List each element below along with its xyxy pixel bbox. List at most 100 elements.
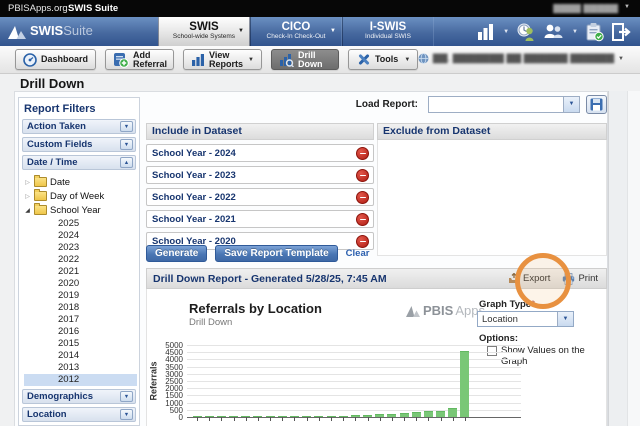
- year-item-2020[interactable]: 2020: [24, 278, 137, 290]
- view-reports-caret-icon[interactable]: ▼: [248, 57, 254, 63]
- drill-down-button[interactable]: Drill Down: [270, 49, 339, 70]
- tab-cico-caret-icon[interactable]: ▼: [330, 28, 336, 34]
- include-item-label: School Year - 2021: [152, 213, 236, 225]
- sidebar-section-action-taken[interactable]: Action Taken ▼: [22, 119, 136, 134]
- app-name: SWIS Suite: [68, 3, 119, 14]
- x-tick: [428, 417, 430, 421]
- generate-button[interactable]: Generate: [146, 245, 208, 262]
- sidebar-title: Report Filters: [24, 103, 96, 115]
- year-item-2025[interactable]: 2025: [24, 218, 137, 230]
- gridline: [187, 388, 521, 390]
- year-item-2019[interactable]: 2019: [24, 290, 137, 302]
- clear-link[interactable]: Clear: [346, 248, 370, 259]
- year-item-2021[interactable]: 2021: [24, 266, 137, 278]
- tasks-icon[interactable]: [585, 22, 604, 42]
- tree-item-school-year[interactable]: ◢ School Year: [24, 203, 139, 217]
- chevron-down-icon[interactable]: ▼: [120, 391, 133, 402]
- remove-icon[interactable]: [356, 212, 369, 226]
- year-item-2022[interactable]: 2022: [24, 254, 137, 266]
- reports-caret-icon[interactable]: ▼: [503, 29, 509, 35]
- expanded-twisty-icon[interactable]: ◢: [24, 207, 31, 214]
- sidebar-section-date-time[interactable]: Date / Time ▲: [22, 155, 136, 170]
- year-item-2012[interactable]: 2012: [24, 374, 137, 386]
- year-item-2023[interactable]: 2023: [24, 242, 137, 254]
- year-item-2015[interactable]: 2015: [24, 338, 137, 350]
- tab-cico[interactable]: CICO Check-In Check-Out ▼: [250, 17, 342, 46]
- include-item-label: School Year - 2024: [152, 147, 236, 159]
- collapsed-twisty-icon[interactable]: ▷: [24, 179, 31, 186]
- bar-chart: [187, 345, 521, 421]
- logo-primary: SWIS: [30, 23, 64, 38]
- include-item[interactable]: School Year - 2022: [146, 188, 374, 206]
- graph-type-select[interactable]: Location ▼: [477, 311, 574, 327]
- include-panel: Include in Dataset School Year - 2024 Sch…: [146, 123, 374, 250]
- tab-iswis-label: I-SWIS: [369, 21, 407, 33]
- chart-subtitle: Drill Down: [189, 317, 233, 328]
- tab-swis-sublabel: School-wide Systems: [172, 33, 236, 40]
- include-item[interactable]: School Year - 2024: [146, 144, 374, 162]
- tree-item-date[interactable]: ▷ Date: [24, 175, 139, 189]
- collapsed-twisty-icon[interactable]: ▷: [24, 193, 31, 200]
- year-item-2018[interactable]: 2018: [24, 302, 137, 314]
- school-caret-icon[interactable]: ▼: [618, 56, 624, 62]
- sidebar-section-location[interactable]: Location ▼: [22, 407, 136, 422]
- year-item-2014[interactable]: 2014: [24, 350, 137, 362]
- user-menu-caret-icon[interactable]: ▼: [624, 4, 630, 10]
- x-tick: [270, 417, 272, 421]
- gridline: [187, 402, 521, 404]
- save-report-template-button[interactable]: Save Report Template: [215, 245, 338, 262]
- required-asterisk: *: [531, 299, 535, 310]
- x-tick: [440, 417, 442, 421]
- add-referral-button[interactable]: Add Referral: [105, 49, 175, 70]
- x-tick: [355, 417, 357, 421]
- logout-icon[interactable]: [611, 22, 632, 42]
- chevron-down-icon[interactable]: ▼: [563, 97, 579, 112]
- tab-swis[interactable]: SWIS School-wide Systems ▼: [158, 17, 250, 46]
- swissuite-logo: SWISSuite: [7, 22, 93, 40]
- user-menu-label[interactable]: ▇▇▇▇ ▇▇▇▇▇: [553, 3, 618, 14]
- save-report-button[interactable]: [586, 95, 607, 114]
- remove-icon[interactable]: [356, 168, 369, 182]
- report-header-title: Drill Down Report - Generated 5/28/25, 7…: [153, 272, 387, 285]
- section-label: Location: [27, 409, 67, 420]
- view-reports-icon: [192, 53, 205, 66]
- include-item[interactable]: School Year - 2023: [146, 166, 374, 184]
- site-name: PBISApps.org: [8, 3, 68, 14]
- load-report-select[interactable]: ▼: [428, 96, 580, 113]
- dashboard-button[interactable]: Dashboard: [15, 49, 97, 70]
- account-icon[interactable]: [543, 22, 564, 41]
- x-tick: [257, 417, 259, 421]
- chevron-down-icon[interactable]: ▼: [557, 312, 573, 326]
- year-item-2016[interactable]: 2016: [24, 326, 137, 338]
- sidebar-section-custom-fields[interactable]: Custom Fields ▼: [22, 137, 136, 152]
- sidebar-section-demographics[interactable]: Demographics ▼: [22, 389, 136, 404]
- year-item-2024[interactable]: 2024: [24, 230, 137, 242]
- chevron-down-icon[interactable]: ▼: [120, 139, 133, 150]
- account-caret-icon[interactable]: ▼: [572, 29, 578, 35]
- include-item[interactable]: School Year - 2021: [146, 210, 374, 228]
- year-item-2017[interactable]: 2017: [24, 314, 137, 326]
- print-button[interactable]: Print: [562, 272, 598, 285]
- exclude-dropzone[interactable]: [377, 140, 607, 256]
- chevron-up-icon[interactable]: ▲: [120, 157, 133, 168]
- export-button[interactable]: Export: [508, 273, 550, 284]
- chevron-down-icon[interactable]: ▼: [120, 121, 133, 132]
- remove-icon[interactable]: [356, 146, 369, 160]
- tab-iswis[interactable]: I-SWIS Individual SWIS: [342, 17, 434, 46]
- tools-caret-icon[interactable]: ▼: [404, 57, 410, 63]
- remove-icon[interactable]: [356, 190, 369, 204]
- support-icon[interactable]: [516, 22, 536, 42]
- tree-item-label: School Year: [50, 204, 101, 216]
- tab-cico-sublabel: Check-In Check-Out: [266, 33, 326, 40]
- reports-icon[interactable]: [477, 23, 495, 41]
- school-selector[interactable]: ▇▇. ▇▇▇▇▇▇▇ ▇▇ ▇▇▇▇▇▇ ▇▇▇▇▇▇ ▼: [418, 53, 624, 64]
- tree-item-label: Date: [50, 176, 71, 188]
- tab-cico-label: CICO: [281, 21, 311, 33]
- tree-item-day-of-week[interactable]: ▷ Day of Week: [24, 189, 139, 203]
- tools-button[interactable]: Tools ▼: [347, 49, 419, 70]
- view-reports-button[interactable]: View Reports ▼: [183, 49, 262, 70]
- tab-swis-caret-icon[interactable]: ▼: [238, 28, 244, 34]
- chevron-down-icon[interactable]: ▼: [120, 409, 133, 420]
- x-tick: [221, 417, 223, 421]
- year-item-2013[interactable]: 2013: [24, 362, 137, 374]
